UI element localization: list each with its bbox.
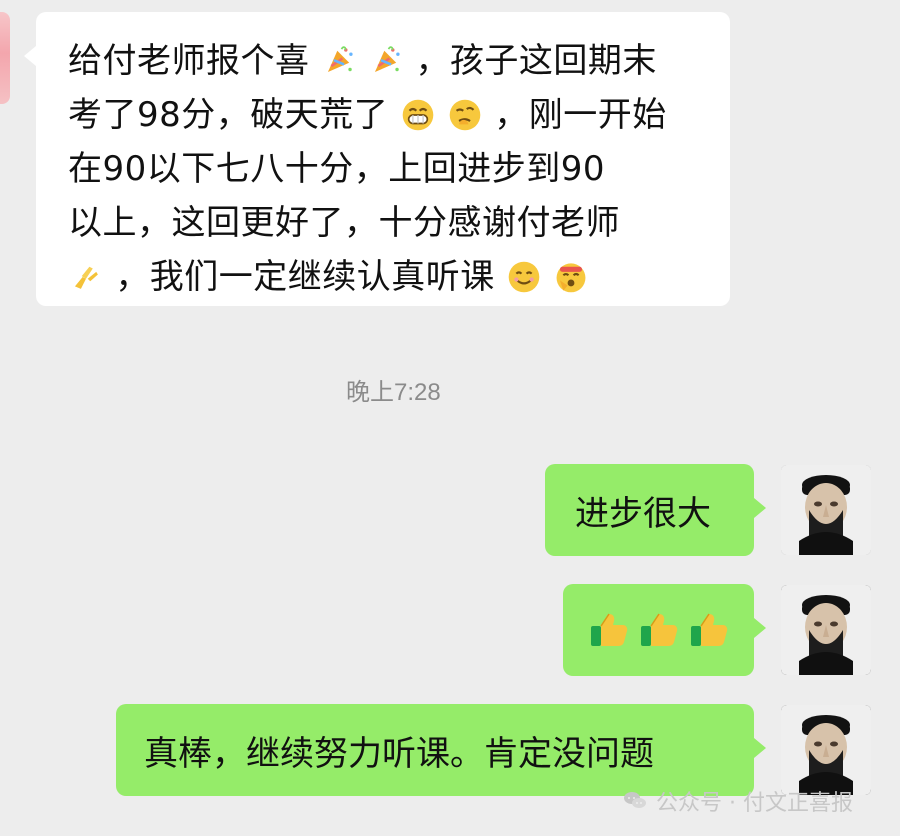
thumbs-row <box>581 584 736 676</box>
incoming-line-2: 考了98分，破天荒了 ，刚一开始 <box>68 88 700 142</box>
sender-avatar[interactable] <box>781 585 871 675</box>
incoming-line-2-part-a: 考了98分，破天荒了 <box>68 95 389 135</box>
thumbs-up-icon <box>587 608 631 652</box>
left-avatar-fragment <box>0 12 10 104</box>
incoming-line-1-part-a: 给付老师报个喜 <box>68 41 310 81</box>
outgoing-message-1-text: 进步很大 <box>575 493 711 534</box>
incoming-line-5-text: ，我们一定继续认真听课 <box>115 257 495 297</box>
sender-avatar[interactable] <box>781 705 871 795</box>
outgoing-message-bubble-3[interactable]: 真棒，继续努力听课。肯定没问题 <box>116 704 766 796</box>
incoming-line-1: 给付老师报个喜 ，孩子这回期末 <box>68 34 700 88</box>
incoming-line-2-part-b: ，刚一开始 <box>494 95 667 135</box>
outgoing-message-bubble-2[interactable] <box>563 584 766 676</box>
grinning-face-icon <box>401 98 435 132</box>
incoming-line-5: ，我们一定继续认真听课 <box>68 250 700 304</box>
sender-avatar[interactable] <box>781 465 871 555</box>
headband-face-icon <box>554 260 588 294</box>
thumbs-up-icon <box>637 608 681 652</box>
watermark: 公众号 · 付文正喜报 <box>622 785 853 817</box>
thinking-face-icon <box>448 98 482 132</box>
folded-hands-icon <box>69 260 103 294</box>
incoming-line-4: 以上，这回更好了，十分感谢付老师 <box>68 196 700 250</box>
incoming-line-3: 在90以下七八十分，上回进步到90 <box>68 142 700 196</box>
smiling-face-icon <box>507 260 541 294</box>
message-timestamp: 晚上7:28 <box>346 379 441 406</box>
thumbs-up-icon <box>687 608 731 652</box>
party-popper-icon <box>369 44 403 78</box>
incoming-line-3-text: 在90以下七八十分，上回进步到90 <box>68 149 606 189</box>
watermark-text: 公众号 · 付文正喜报 <box>656 791 853 816</box>
incoming-line-1-part-b: ，孩子这回期末 <box>415 41 657 81</box>
wechat-icon <box>622 790 648 812</box>
incoming-message-text: 给付老师报个喜 ，孩子这回期末 考了98分，破天荒了 ，刚一开始 在90以下七八… <box>68 34 700 304</box>
incoming-line-4-text: 以上，这回更好了，十分感谢付老师 <box>68 203 620 243</box>
incoming-message-bubble[interactable]: 给付老师报个喜 ，孩子这回期末 考了98分，破天荒了 ，刚一开始 在90以下七八… <box>24 12 730 306</box>
outgoing-message-bubble-1[interactable]: 进步很大 <box>545 464 766 556</box>
party-popper-icon <box>322 44 356 78</box>
outgoing-message-3-text: 真棒，继续努力听课。肯定没问题 <box>144 733 654 774</box>
